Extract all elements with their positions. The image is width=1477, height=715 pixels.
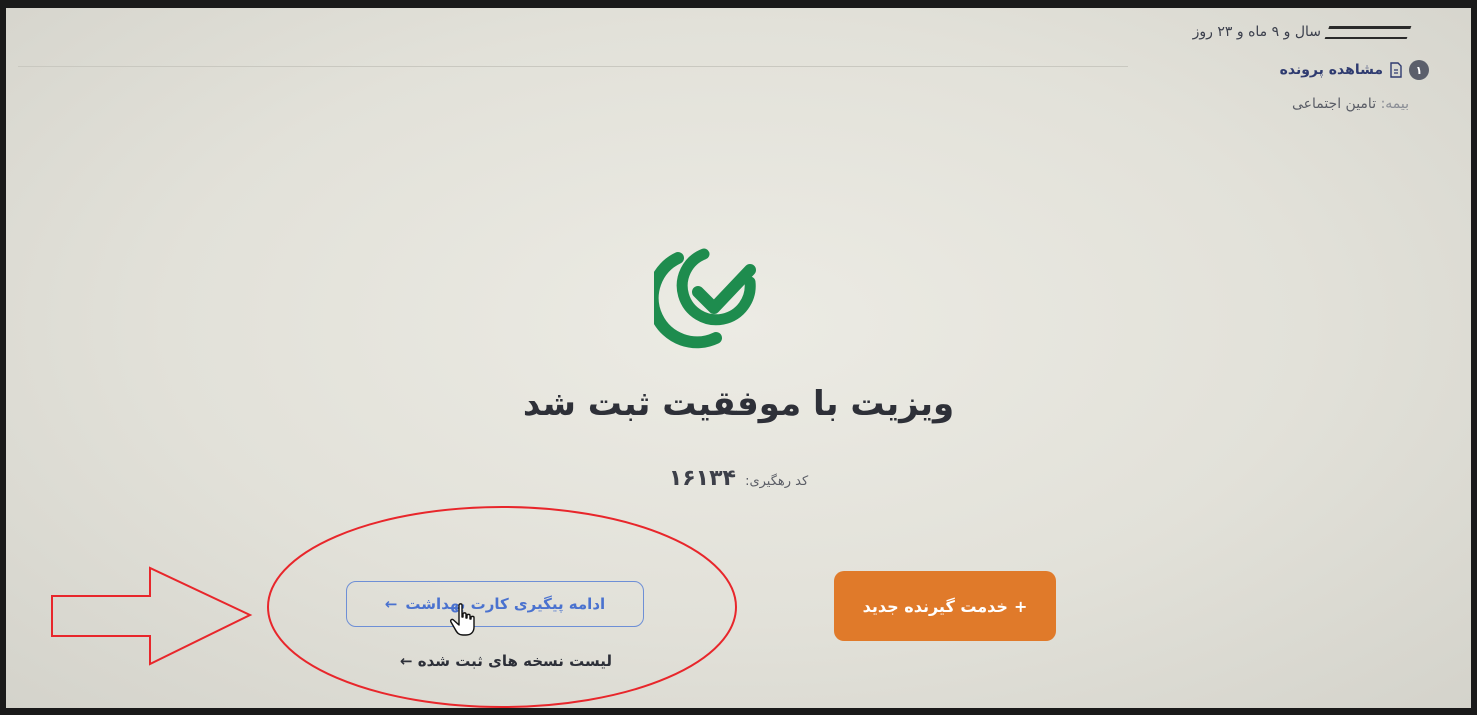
tracking-value: ۱۶۱۳۴: [668, 466, 736, 491]
step-badge: ۱: [1409, 60, 1429, 80]
continue-health-card-button[interactable]: ادامه پیگیری کارت بهداشت ←: [346, 581, 644, 627]
new-service-label: خدمت گیرنده جدید: [862, 596, 1008, 616]
header-divider: [18, 66, 1128, 67]
check-circle-icon: [654, 248, 756, 349]
registered-prescriptions-link[interactable]: لیست نسخه های ثبت شده ←: [366, 652, 646, 670]
insurance-label: بیمه:: [1380, 96, 1409, 112]
tracking-label: کد رهگیری:: [745, 474, 809, 489]
continue-health-card-label: ادامه پیگیری کارت بهداشت: [405, 595, 606, 613]
tracking-code: کد رهگیری: ۱۶۱۳۴: [6, 466, 1471, 491]
registered-list-label: لیست نسخه های ثبت شده: [417, 652, 613, 670]
patient-age: سال و ۹ ماه و ۲۳ روز: [1192, 24, 1412, 40]
hand-pointer-icon: [450, 603, 475, 636]
redacted-name: [1324, 25, 1412, 39]
new-service-recipient-button[interactable]: + خدمت گیرنده جدید: [834, 571, 1056, 641]
patient-age-text: سال و ۹ ماه و ۲۳ روز: [1192, 24, 1321, 40]
view-file-link[interactable]: ۱ مشاهده پرونده: [1280, 60, 1429, 80]
plus-icon: +: [1013, 596, 1028, 616]
file-icon: [1390, 62, 1402, 78]
arrow-left-icon: ←: [384, 595, 398, 613]
success-title: ویزیت با موفقیت ثبت شد: [522, 384, 955, 424]
insurance-value: تامین اجتماعی: [1291, 96, 1377, 112]
arrow-left-icon: ←: [399, 652, 413, 670]
screen: سال و ۹ ماه و ۲۳ روز ۱ مشاهده پرونده بیم…: [6, 8, 1471, 708]
patient-info: سال و ۹ ماه و ۲۳ روز: [1192, 24, 1412, 40]
view-file-label: مشاهده پرونده: [1279, 62, 1383, 78]
insurance-info: بیمه: تامین اجتماعی: [1292, 96, 1409, 112]
